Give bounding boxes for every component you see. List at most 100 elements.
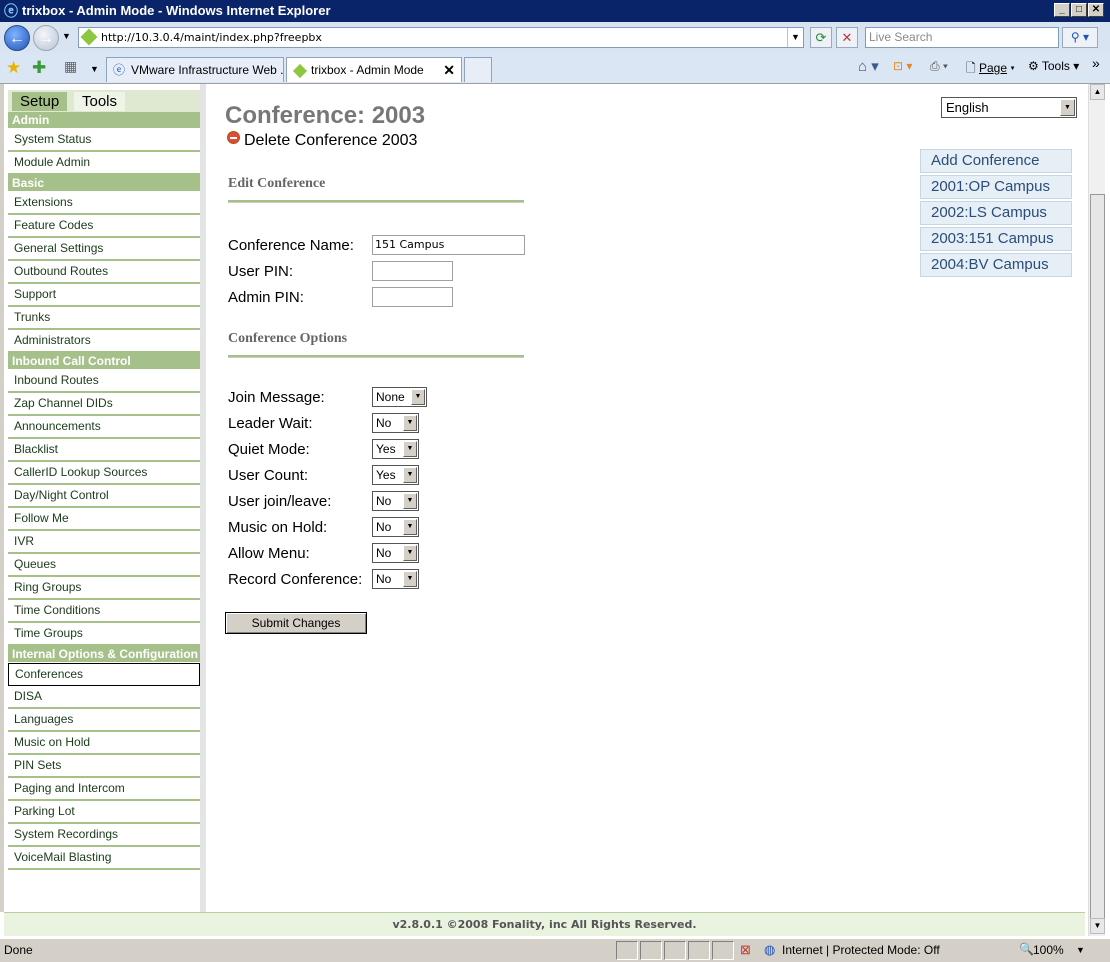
sidebar-item-ivr[interactable]: IVR <box>8 531 200 554</box>
sidebar-item-general-settings[interactable]: General Settings <box>8 238 200 261</box>
sidebar-item-paging-intercom[interactable]: Paging and Intercom <box>8 778 200 801</box>
sidebar-item-support[interactable]: Support <box>8 284 200 307</box>
user-pin-input[interactable] <box>372 261 453 281</box>
sidebar-item-queues[interactable]: Queues <box>8 554 200 577</box>
music-on-hold-select[interactable]: No ▼ <box>372 517 419 537</box>
section-internal-options: Internal Options & Configuration <box>8 646 200 663</box>
conference-link-2001[interactable]: 2001:OP Campus <box>920 175 1072 199</box>
popup-blocked-icon[interactable]: ⊠ <box>740 942 751 958</box>
window-title-bar: ⓔ trixbox - Admin Mode - Windows Interne… <box>0 0 1110 22</box>
delete-label: Delete Conference 2003 <box>244 132 418 149</box>
sidebar-item-follow-me[interactable]: Follow Me <box>8 508 200 531</box>
refresh-button[interactable]: ⟳ <box>810 27 832 48</box>
allow-menu-select[interactable]: No ▼ <box>372 543 419 563</box>
sidebar-item-music-on-hold[interactable]: Music on Hold <box>8 732 200 755</box>
vertical-scrollbar[interactable]: ▲ ▼ <box>1088 84 1105 936</box>
submit-changes-button[interactable]: Submit Changes <box>225 612 367 634</box>
minimize-button[interactable]: _ <box>1054 3 1070 17</box>
sidebar-item-announcements[interactable]: Announcements <box>8 416 200 439</box>
tab-bar: ★ ✚ ▦ ▼ ⓔ VMware Infrastructure Web ... … <box>0 52 1110 84</box>
sidebar-item-ring-groups[interactable]: Ring Groups <box>8 577 200 600</box>
sidebar-item-feature-codes[interactable]: Feature Codes <box>8 215 200 238</box>
home-icon[interactable]: ⌂ ▾ <box>858 57 879 75</box>
back-button[interactable]: ← <box>4 25 30 51</box>
user-join-leave-select[interactable]: No ▼ <box>372 491 419 511</box>
page-menu[interactable]: 🗋 Page ▾ <box>966 59 1015 80</box>
forward-button[interactable]: → <box>33 25 59 51</box>
security-zone[interactable]: Internet | Protected Mode: Off <box>782 943 940 957</box>
stop-button[interactable]: ✕ <box>836 27 858 48</box>
new-tab-button[interactable] <box>464 57 492 82</box>
user-join-leave-label: User join/leave: <box>228 493 332 510</box>
more-commands-icon[interactable]: » <box>1092 55 1100 71</box>
history-dropdown-icon[interactable]: ▼ <box>62 31 71 41</box>
user-count-select[interactable]: Yes ▼ <box>372 465 419 485</box>
join-message-select[interactable]: None ▼ <box>372 387 427 407</box>
admin-pin-label: Admin PIN: <box>228 289 304 306</box>
sidebar-item-trunks[interactable]: Trunks <box>8 307 200 330</box>
scroll-up-icon[interactable]: ▲ <box>1090 84 1105 100</box>
leader-wait-select[interactable]: No ▼ <box>372 413 419 433</box>
scroll-down-icon[interactable]: ▼ <box>1090 918 1105 934</box>
sidebar-item-languages[interactable]: Languages <box>8 709 200 732</box>
maximize-button[interactable]: □ <box>1071 3 1087 17</box>
scroll-thumb[interactable] <box>1090 194 1105 934</box>
sidebar-item-administrators[interactable]: Administrators <box>8 330 200 353</box>
zoom-dropdown-icon[interactable]: ▼ <box>1076 945 1085 955</box>
zoom-level[interactable]: 100% <box>1033 943 1064 957</box>
favorites-star-icon[interactable]: ★ <box>6 58 21 78</box>
quick-tabs-icon[interactable]: ▦ <box>64 58 77 75</box>
address-bar[interactable]: http://10.3.0.4/maint/index.php?freepbx … <box>78 27 804 48</box>
tab-vmware[interactable]: ⓔ VMware Infrastructure Web ... <box>106 57 284 82</box>
add-favorite-icon[interactable]: ✚ <box>32 58 46 78</box>
tab-trixbox[interactable]: trixbox - Admin Mode ✕ <box>286 57 462 82</box>
conference-link-2004[interactable]: 2004:BV Campus <box>920 253 1072 277</box>
chevron-down-icon: ▼ <box>1060 99 1075 116</box>
delete-conference-link[interactable]: Delete Conference 2003 <box>227 131 417 150</box>
conference-link-2002[interactable]: 2002:LS Campus <box>920 201 1072 225</box>
sidebar-item-callerid-lookup[interactable]: CallerID Lookup Sources <box>8 462 200 485</box>
close-window-button[interactable]: ✕ <box>1088 3 1104 17</box>
sidebar-tabs: Setup Tools <box>8 90 200 112</box>
sidebar-item-extensions[interactable]: Extensions <box>8 192 200 215</box>
sidebar-item-time-groups[interactable]: Time Groups <box>8 623 200 646</box>
sidebar-item-voicemail-blasting[interactable]: VoiceMail Blasting <box>8 847 200 870</box>
admin-pin-input[interactable] <box>372 287 453 307</box>
conference-link-2003[interactable]: 2003:151 Campus <box>920 227 1072 251</box>
search-button[interactable]: ⚲ ▾ <box>1062 27 1098 48</box>
page-footer: v2.8.0.1 ©2008 Fonality, inc All Rights … <box>4 912 1085 936</box>
sidebar-item-zap-channel-dids[interactable]: Zap Channel DIDs <box>8 393 200 416</box>
tab-tools[interactable]: Tools <box>74 92 126 111</box>
language-select[interactable]: English ▼ <box>941 97 1077 118</box>
sidebar-item-parking-lot[interactable]: Parking Lot <box>8 801 200 824</box>
address-url[interactable]: http://10.3.0.4/maint/index.php?freepbx <box>101 31 322 44</box>
sidebar-item-inbound-routes[interactable]: Inbound Routes <box>8 370 200 393</box>
sidebar-item-outbound-routes[interactable]: Outbound Routes <box>8 261 200 284</box>
sidebar-item-module-admin[interactable]: Module Admin <box>8 152 200 175</box>
sidebar-item-system-status[interactable]: System Status <box>8 129 200 152</box>
add-conference-link[interactable]: Add Conference <box>920 149 1072 173</box>
sidebar-item-conferences[interactable]: Conferences <box>8 663 200 686</box>
print-icon[interactable]: ⎙ ▾ <box>930 59 948 74</box>
sidebar-item-time-conditions[interactable]: Time Conditions <box>8 600 200 623</box>
status-cell <box>712 941 734 960</box>
section-inbound-call-control: Inbound Call Control <box>8 353 200 370</box>
chevron-down-icon: ▼ <box>403 571 417 587</box>
sidebar-item-disa[interactable]: DISA <box>8 686 200 709</box>
status-cell <box>688 941 710 960</box>
sidebar-item-day-night-control[interactable]: Day/Night Control <box>8 485 200 508</box>
search-input[interactable]: Live Search <box>865 27 1059 48</box>
tab-setup[interactable]: Setup <box>12 92 68 111</box>
quiet-mode-select[interactable]: Yes ▼ <box>372 439 419 459</box>
feeds-icon[interactable]: ⊡ ▾ <box>893 59 912 73</box>
record-conference-select[interactable]: No ▼ <box>372 569 419 589</box>
sidebar-item-pin-sets[interactable]: PIN Sets <box>8 755 200 778</box>
sidebar-item-system-recordings[interactable]: System Recordings <box>8 824 200 847</box>
tools-menu[interactable]: ⚙ Tools ▾ <box>1028 59 1079 73</box>
conference-name-input[interactable]: 151 Campus <box>372 235 525 255</box>
address-dropdown-icon[interactable]: ▼ <box>787 28 803 47</box>
sidebar-item-blacklist[interactable]: Blacklist <box>8 439 200 462</box>
leader-wait-label: Leader Wait: <box>228 415 313 432</box>
tab-list-icon[interactable]: ▼ <box>90 64 99 74</box>
close-tab-icon[interactable]: ✕ <box>443 62 455 79</box>
